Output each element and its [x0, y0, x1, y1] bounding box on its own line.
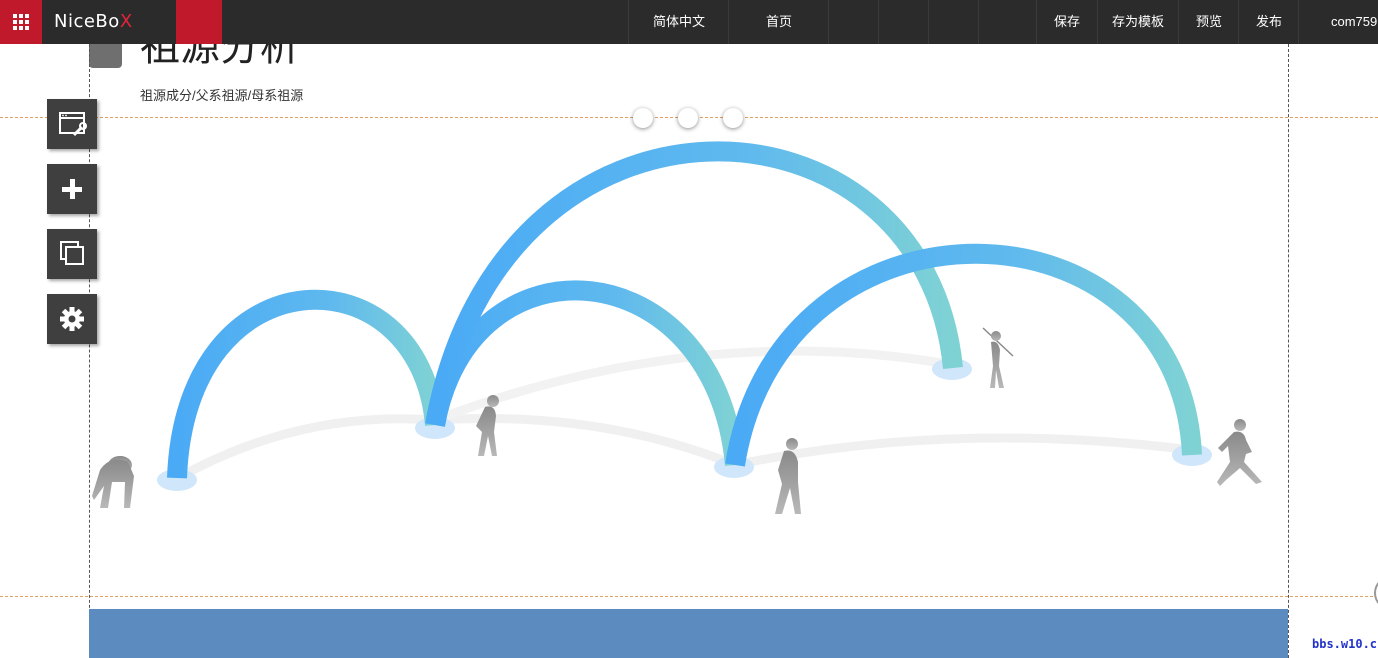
migration-arc [725, 243, 1202, 467]
page-settings-button[interactable] [47, 99, 97, 149]
add-module-button[interactable] [47, 164, 97, 214]
page-settings-icon [59, 112, 87, 137]
carousel-dot[interactable] [723, 108, 743, 128]
hunter-with-spear-figure [982, 327, 1014, 388]
carousel-dot[interactable] [633, 108, 653, 128]
add-icon [62, 179, 82, 199]
background-path [175, 413, 737, 482]
ancestry-migration-graphic [92, 141, 1262, 514]
background-path [734, 433, 1193, 470]
migration-arc [167, 289, 445, 479]
ape-figure [92, 456, 134, 508]
settings-button[interactable] [47, 294, 97, 344]
next-section-band [89, 609, 1288, 658]
copy-module-button[interactable] [47, 229, 97, 279]
migration-arc [425, 141, 963, 427]
watermark-text: bbs.w10.cn [1312, 637, 1378, 651]
running-human-figure [1217, 419, 1262, 486]
carousel-dot[interactable] [678, 108, 698, 128]
gear-icon [60, 307, 84, 331]
copy-icon [60, 241, 84, 265]
